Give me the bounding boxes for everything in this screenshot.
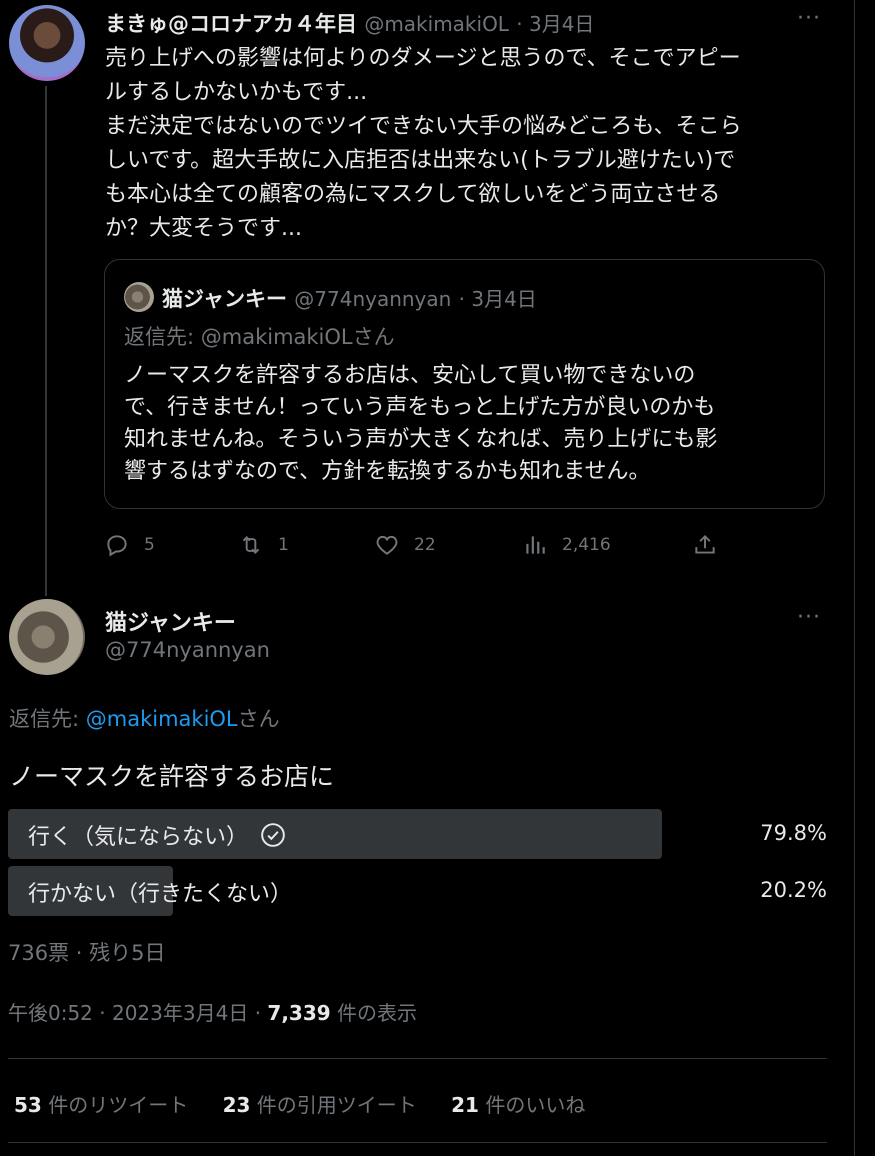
poll-option: 行く（気にならない） 79.8% (8, 809, 827, 859)
share-button[interactable] (692, 532, 732, 558)
views-button[interactable]: 2,416 (522, 532, 611, 558)
reply-count: 5 (144, 535, 155, 555)
scrollbar-edge (854, 0, 855, 1156)
poll-percent: 20.2% (760, 878, 827, 902)
tweet-date[interactable]: · 3月4日 (516, 12, 594, 36)
retweet-icon (242, 536, 260, 554)
quoted-reply-to: 返信先: @makimakiOLさん (124, 325, 395, 349)
quoted-date: · 3月4日 (458, 287, 537, 311)
thread-connector-line (45, 86, 47, 596)
display-name[interactable]: まきゅ@コロナアカ４年目 (105, 12, 357, 36)
view-count: 7,339 (267, 1001, 331, 1025)
reply-prefix: 返信先: (9, 707, 86, 731)
views-count: 2,416 (562, 535, 611, 555)
check-circle-icon (261, 823, 285, 847)
tweet-header: まきゅ@コロナアカ４年目 @makimakiOL · 3月4日 (105, 8, 594, 38)
reply-to: 返信先: @makimakiOLさん (9, 703, 280, 733)
view-suffix: 件の表示 (330, 1001, 418, 1025)
retweets-stat[interactable]: 53 件のリツイート (14, 1093, 188, 1117)
divider (8, 1142, 827, 1143)
poll-option-label: 行く（気にならない） (28, 819, 286, 851)
tweet-text: 売り上げへの影響は何よりのダメージと思うので、そこでアピー ルするしかないかもで… (105, 46, 742, 241)
more-icon[interactable]: ··· (797, 605, 821, 630)
tweet-actions: 5 1 22 2,416 (104, 532, 724, 562)
quoted-avatar (124, 282, 154, 312)
quote-tweets-stat[interactable]: 23 件の引用ツイート (223, 1093, 417, 1117)
poll-option-text: 行かない（行きたくない） (28, 882, 293, 907)
like-count: 22 (414, 535, 436, 555)
views-icon (526, 536, 545, 554)
reply-button[interactable]: 5 (104, 532, 155, 558)
like-icon (376, 535, 398, 555)
user-handle[interactable]: @774nyannyan (105, 638, 270, 662)
poll-option-label: 行かない（行きたくない） (28, 876, 292, 908)
reply-link[interactable]: @makimakiOL (86, 707, 238, 731)
timestamp-text[interactable]: 午後0:52 · 2023年3月4日 · (8, 1001, 267, 1025)
user-handle[interactable]: @makimakiOL (364, 12, 509, 36)
divider (8, 1058, 827, 1059)
poll-percent: 79.8% (760, 821, 827, 845)
retweet-button[interactable]: 1 (238, 532, 289, 558)
quoted-header: 猫ジャンキー @774nyannyan · 3月4日 (162, 283, 537, 313)
avatar[interactable] (9, 5, 85, 81)
tweet-timestamp: 午後0:52 · 2023年3月4日 · 7,339 件の表示 (8, 997, 417, 1026)
quoted-display-name: 猫ジャンキー (162, 287, 287, 311)
engagement-stats: 53 件のリツイート 23 件の引用ツイート 21 件のいいね (14, 1089, 613, 1118)
poll-meta: 736票 · 残り5日 (8, 941, 166, 965)
like-button[interactable]: 22 (374, 532, 436, 558)
display-name[interactable]: 猫ジャンキー (105, 605, 236, 637)
share-icon (695, 534, 715, 554)
reply-suffix: さん (237, 707, 280, 731)
poll-option-text: 行く（気にならない） (28, 825, 249, 850)
poll-option: 行かない（行きたくない） 20.2% (8, 866, 827, 916)
quoted-text: ノーマスクを許容するお店は、安心して買い物できないの で、行きません！っていう声… (124, 363, 718, 484)
tweet-text: ノーマスクを許容するお店に (9, 762, 335, 791)
reply-icon (107, 535, 127, 557)
avatar[interactable] (9, 599, 85, 675)
retweet-count: 1 (278, 535, 289, 555)
quoted-handle: @774nyannyan (294, 287, 452, 311)
likes-stat[interactable]: 21 件のいいね (451, 1093, 585, 1117)
more-icon[interactable]: ··· (797, 6, 821, 31)
